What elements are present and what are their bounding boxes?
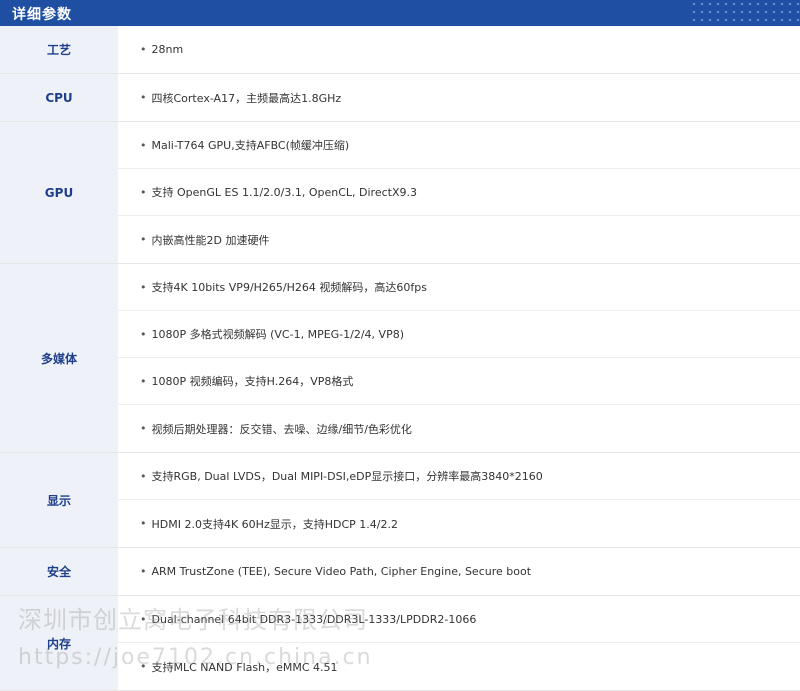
- spec-group-security: 安全 • ARM TrustZone (TEE), Secure Video Pa…: [0, 548, 800, 596]
- spec-item: • ARM TrustZone (TEE), Secure Video Path,…: [140, 565, 532, 578]
- section-title: 详细参数: [12, 7, 72, 23]
- spec-item: • 视频后期处理器：反交错、去噪、边缘/细节/色彩优化: [140, 422, 412, 436]
- spec-category: CPU: [0, 74, 118, 121]
- section-header: 详细参数: [0, 0, 800, 26]
- spec-item: • 内嵌高性能2D 加速硬件: [140, 233, 270, 247]
- spec-item: • 四核Cortex-A17，主频最高达1.8GHz: [140, 91, 342, 105]
- spec-category: 显示: [0, 453, 118, 547]
- spec-group-memory: 内存 • Dual-channel 64bit DDR3-1333/DDR3L-1…: [0, 596, 800, 691]
- spec-table: 工艺 • 28nm CPU • 四核Cortex-A17，主频最高达1.8GHz G…: [0, 26, 800, 691]
- spec-item: • 支持4K 10bits VP9/H265/H264 视频解码，高达60fps: [118, 264, 800, 311]
- spec-item: • Dual-channel 64bit DDR3-1333/DDR3L-1333…: [118, 596, 800, 643]
- spec-group-process: 工艺 • 28nm: [0, 26, 800, 74]
- header-dot-pattern: [690, 0, 800, 26]
- spec-item: • HDMI 2.0支持4K 60Hz显示，支持HDCP 1.4/2.2: [140, 517, 398, 531]
- spec-category: GPU: [0, 122, 118, 263]
- spec-item: • 支持RGB, Dual LVDS，Dual MIPI-DSI,eDP显示接口，…: [118, 453, 800, 500]
- spec-item: • Mali-T764 GPU,支持AFBC(帧缓冲压缩): [118, 122, 800, 169]
- spec-item: • 支持 OpenGL ES 1.1/2.0/3.1, OpenCL, Direc…: [118, 169, 800, 216]
- spec-group-multimedia: 多媒体 • 支持4K 10bits VP9/H265/H264 视频解码，高达60…: [0, 264, 800, 453]
- spec-group-display: 显示 • 支持RGB, Dual LVDS，Dual MIPI-DSI,eDP显示…: [0, 453, 800, 548]
- spec-category: 内存: [0, 596, 118, 690]
- spec-item: • 1080P 多格式视频解码 (VC-1, MPEG-1/2/4, VP8): [118, 311, 800, 358]
- spec-category: 工艺: [0, 26, 118, 73]
- spec-category: 多媒体: [0, 264, 118, 452]
- spec-category: 安全: [0, 548, 118, 595]
- spec-item: • 支持MLC NAND Flash，eMMC 4.51: [140, 660, 338, 674]
- spec-group-gpu: GPU • Mali-T764 GPU,支持AFBC(帧缓冲压缩) • 支持 Ope…: [0, 122, 800, 264]
- spec-item: • 1080P 视频编码，支持H.264，VP8格式: [118, 358, 800, 405]
- spec-group-cpu: CPU • 四核Cortex-A17，主频最高达1.8GHz: [0, 74, 800, 122]
- spec-item: • 28nm: [140, 43, 184, 56]
